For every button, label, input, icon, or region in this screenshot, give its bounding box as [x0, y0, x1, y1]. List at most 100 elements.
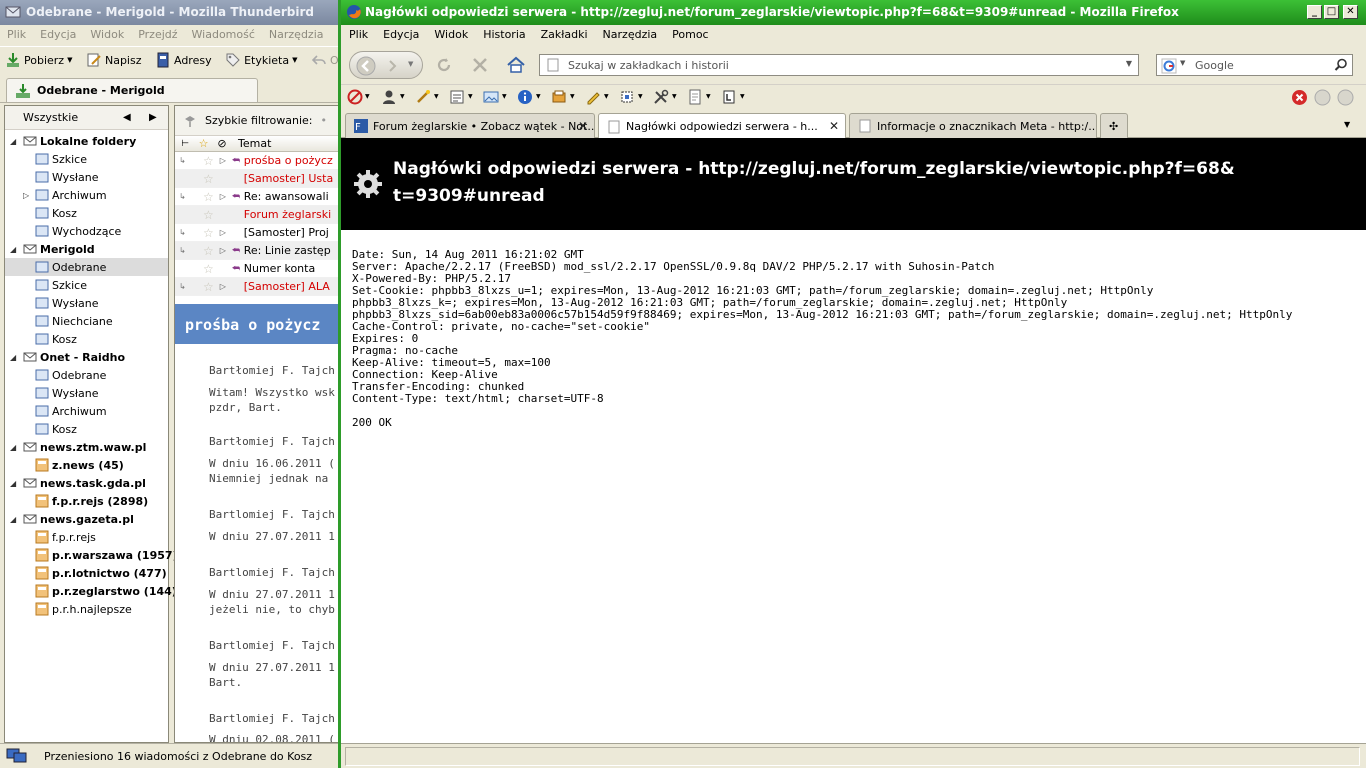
write-button[interactable]: Napisz [81, 47, 147, 73]
dropdown-arrow-icon[interactable]: ▼ [400, 93, 405, 100]
expand-toggle-icon[interactable]: ◢ [10, 479, 16, 488]
dropdown-arrow-icon[interactable]: ▼ [570, 93, 575, 100]
newsgroup-row[interactable]: p.r.warszawa (1957) [5, 546, 178, 564]
folder-row[interactable]: Archiwum [5, 402, 168, 420]
expand-thread-icon[interactable]: ▷ [220, 192, 232, 201]
thread-row[interactable]: ☆ [Samoster] Usta [175, 170, 339, 188]
ff-menu-bookmarks[interactable]: Zakładki [533, 25, 595, 41]
subject-column-header[interactable]: Temat [232, 137, 271, 150]
stop-icon[interactable] [471, 56, 489, 74]
maximize-button[interactable]: □ [1324, 5, 1339, 19]
expand-toggle-icon[interactable]: ◢ [10, 137, 16, 146]
tab-response-headers[interactable]: Nagłówki odpowiedzi serwera - h... ✕ [598, 113, 846, 139]
expand-toggle-icon[interactable]: ◢ [10, 353, 16, 362]
prev-folder-view-arrow-icon[interactable]: ◀ [123, 112, 131, 123]
resize-icon[interactable] [619, 89, 635, 105]
misc-icon[interactable] [551, 89, 567, 105]
tab-forum[interactable]: F Forum żeglarskie • Zobacz wątek - Not.… [345, 113, 595, 138]
close-window-button[interactable]: ✕ [1343, 5, 1358, 19]
star-icon[interactable]: ☆ [203, 190, 214, 204]
tools-icon[interactable] [653, 89, 669, 105]
newsgroup-row[interactable]: p.r.lotnictwo (477) [5, 564, 168, 582]
thread-row[interactable]: ☆ ⮪ Numer konta [175, 260, 339, 278]
star-icon[interactable]: ☆ [203, 172, 214, 186]
newsgroup-row[interactable]: p.r.h.najlepsze [5, 600, 168, 618]
tb-menu-tools[interactable]: Narzędzia [262, 25, 331, 41]
form-icon[interactable] [449, 89, 465, 105]
newsgroup-row[interactable]: f.p.r.rejs [5, 528, 168, 546]
images-icon[interactable] [483, 89, 499, 105]
newsgroup-row[interactable]: f.p.r.rejs (2898) [5, 492, 168, 510]
error-status-icon[interactable] [1291, 89, 1308, 106]
attachment-column-icon[interactable]: ⊘ [212, 137, 232, 150]
dropdown-arrow-icon[interactable]: ▼ [67, 56, 72, 64]
folder-row[interactable]: Wysłane [5, 294, 168, 312]
expand-toggle-icon[interactable]: ▷ [23, 191, 29, 200]
thread-row[interactable]: ↳ ☆ ▷ ⮪ prośba o pożycz [175, 152, 339, 170]
wand-icon[interactable] [415, 89, 431, 105]
dropdown-arrow-icon[interactable]: ▼ [740, 93, 745, 100]
folder-row[interactable]: ▷ Archiwum [5, 186, 168, 204]
tb-menu-file[interactable]: Plik [0, 25, 33, 41]
dropdown-arrow-icon[interactable]: ▼ [365, 93, 370, 100]
thread-row[interactable]: ↳ ☆ ▷ [Samoster] Proj [175, 224, 339, 242]
thread-row[interactable]: ↳ ☆ ▷ ⮪ Re: Linie zastęp [175, 242, 339, 260]
folder-view-label[interactable]: Wszystkie [23, 111, 78, 124]
tab-meta-info[interactable]: Informacje o znacznikach Meta - http:/..… [849, 113, 1097, 138]
ff-menu-help[interactable]: Pomoc [664, 25, 715, 41]
folder-row[interactable]: Szkice [5, 276, 168, 294]
folder-account-row[interactable]: ◢ news.ztm.waw.pl [5, 438, 168, 456]
thread-row[interactable]: ↳ ☆ ▷ [Samoster] ALA [175, 278, 339, 296]
back-icon[interactable] [356, 56, 376, 76]
thread-row[interactable]: ☆ Forum żeglarski [175, 206, 339, 224]
expand-toggle-icon[interactable]: ◢ [10, 443, 16, 452]
tab-list-dropdown-icon[interactable]: ▼ [1344, 120, 1350, 129]
folder-row[interactable]: Kosz [5, 420, 168, 438]
home-icon[interactable] [506, 55, 526, 75]
ff-menu-history[interactable]: Historia [475, 25, 532, 41]
expand-thread-icon[interactable]: ▷ [220, 246, 232, 255]
quick-filter-dot-icon[interactable]: • [321, 114, 328, 127]
tb-menu-view[interactable]: Widok [83, 25, 131, 41]
expand-thread-icon[interactable]: ▷ [220, 282, 232, 291]
tag-button[interactable]: Etykieta ▼ [220, 47, 302, 73]
options-icon[interactable] [721, 89, 737, 105]
view-source-icon[interactable] [687, 89, 703, 105]
folder-row[interactable]: Kosz [5, 330, 168, 348]
disable-icon[interactable] [347, 89, 363, 105]
thread-row[interactable]: ↳ ☆ ▷ ⮪ Re: awansowali [175, 188, 339, 206]
dropdown-arrow-icon[interactable]: ▼ [638, 93, 643, 100]
address-book-button[interactable]: Adresy [150, 47, 217, 73]
folder-account-row[interactable]: ◢ Onet - Raidho [5, 348, 168, 366]
star-icon[interactable]: ☆ [203, 226, 214, 240]
folder-row[interactable]: Niechciane [5, 312, 168, 330]
ff-menu-file[interactable]: Plik [341, 25, 375, 41]
star-icon[interactable]: ☆ [203, 208, 214, 222]
star-icon[interactable]: ☆ [203, 154, 214, 168]
reply-button[interactable]: Odpo [306, 47, 340, 73]
expand-thread-icon[interactable]: ▷ [220, 228, 232, 237]
newsgroup-row[interactable]: p.r.zeglarstwo (144) [5, 582, 177, 600]
expand-thread-icon[interactable]: ▷ [220, 156, 232, 165]
url-bar[interactable]: Szukaj w zakładkach i historii ▼ [539, 54, 1139, 76]
dropdown-arrow-icon[interactable]: ▼ [536, 93, 541, 100]
new-tab-button[interactable]: ✣ [1100, 113, 1128, 138]
folder-account-row[interactable]: ◢ Merigold [5, 240, 168, 258]
dropdown-arrow-icon[interactable]: ▼ [468, 93, 473, 100]
folder-account-row[interactable]: ◢ news.gazeta.pl [5, 510, 168, 528]
reload-icon[interactable] [435, 56, 453, 74]
dropdown-arrow-icon[interactable]: ▼ [292, 56, 297, 64]
folder-row[interactable]: Odebrane [5, 366, 168, 384]
search-engine-dropdown-icon[interactable]: ▼ [1180, 59, 1185, 67]
info-icon[interactable] [517, 89, 533, 105]
folder-row[interactable]: Wychodzące [5, 222, 168, 240]
minimize-button[interactable]: _ [1307, 5, 1322, 19]
thread-column-icon[interactable]: ⊢ [175, 139, 195, 149]
star-icon[interactable]: ☆ [203, 244, 214, 258]
google-icon[interactable] [1161, 58, 1177, 74]
quick-filter-pin-icon[interactable] [183, 114, 197, 128]
forward-icon[interactable] [386, 59, 400, 73]
dropdown-arrow-icon[interactable]: ▼ [502, 93, 507, 100]
tb-menu-edit[interactable]: Edycja [33, 25, 83, 41]
newsgroup-row[interactable]: z.news (45) [5, 456, 168, 474]
